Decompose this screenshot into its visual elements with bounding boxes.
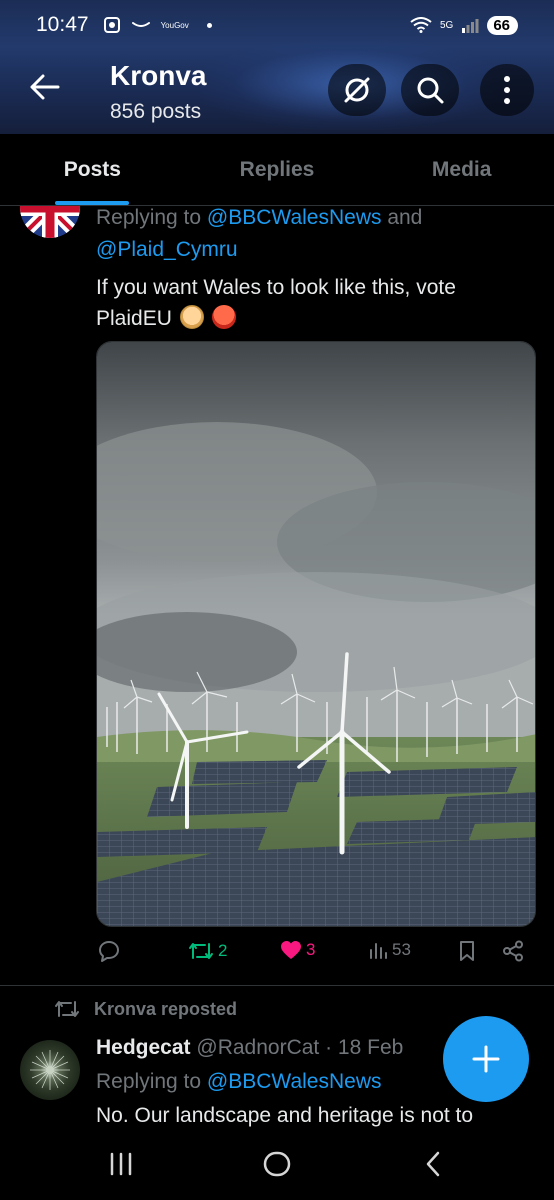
wifi-icon [410,17,432,33]
system-nav-bar [0,1128,554,1200]
reply-button[interactable] [98,940,124,962]
search-button[interactable] [401,64,459,116]
reply-bubble-icon [99,941,119,962]
more-button[interactable] [480,64,534,116]
reply-context-line2: @Plaid_Cymru [96,238,238,262]
cursing-face-emoji-icon [211,305,236,329]
union-jack-icon [20,206,80,238]
network-type: 5G [439,19,454,31]
views-button[interactable]: 53 [368,940,411,960]
mention-link[interactable]: @BBCWalesNews [207,1070,382,1093]
share-icon [503,940,523,962]
screenshot-icon [103,17,120,33]
battery-indicator: 66 [487,15,518,35]
plus-icon [472,1045,500,1073]
profile-tabs: Posts Replies Media [0,134,554,206]
grok-button[interactable] [328,64,386,116]
repost-context: Kronva reposted [54,998,237,1020]
repost-count: 2 [218,941,228,960]
heart-filled-icon [281,941,301,959]
mention-link[interactable]: @Plaid_Cymru [96,238,238,261]
grok-icon [344,77,370,103]
status-bar: 10:47 YouGov 5G 66 [0,0,554,50]
repost-button[interactable]: 2 [188,940,227,962]
notification-dot-icon [206,22,212,28]
chevron-left-icon [426,1151,440,1177]
reply-context: Replying to @BBCWalesNews [96,1070,382,1093]
woman-facepalming-emoji-icon [179,305,204,329]
author-name[interactable]: Hedgecat [96,1036,191,1059]
bar-chart-icon [370,943,387,959]
more-vertical-icon [504,76,510,104]
post-divider [0,985,554,986]
compose-button[interactable] [443,1016,529,1102]
tab-posts[interactable]: Posts [0,134,185,205]
active-tab-indicator [55,201,130,205]
tab-label: Posts [63,157,121,181]
signal-icon [462,19,479,33]
author-handle[interactable]: @RadnorCat [196,1036,319,1059]
recent-apps-icon [110,1152,132,1176]
avatar[interactable] [20,206,80,238]
back-button[interactable] [20,62,70,112]
dandelion-icon [30,1050,70,1090]
post-text: No. Our landscape and heritage is not to [96,1104,474,1127]
reply-context: Replying to @BBCWalesNews and [96,206,423,229]
post-date: · 18 Feb [325,1036,404,1059]
arrow-left-icon [30,74,60,100]
recent-apps-button[interactable] [96,1146,146,1182]
bookmark-button[interactable] [458,940,476,962]
share-button[interactable] [502,940,524,962]
like-count: 3 [306,940,316,959]
views-count: 53 [392,940,411,959]
avatar[interactable] [20,1040,80,1100]
mention-link[interactable]: @BBCWalesNews [207,206,382,229]
tab-media[interactable]: Media [369,134,554,205]
post-actions: 2 3 53 [96,940,536,972]
yougov-icon: YouGov [160,20,189,30]
post-text: If you want Wales to look like this, vot… [96,276,456,330]
repost-icon [55,1001,79,1017]
post-image[interactable] [96,341,536,927]
post-author-line: Hedgecat @RadnorCat · 18 Feb [96,1036,403,1060]
tab-label: Replies [239,157,315,181]
repost-icon [189,943,213,959]
amazon-icon [131,22,150,27]
battery-level: 66 [493,16,510,34]
post-count: 856 posts [110,100,202,123]
status-time: 10:47 [36,13,89,36]
page-title: Kronva [110,60,207,91]
wind-turbine-landscape-icon [97,342,535,926]
home-button[interactable] [252,1146,302,1182]
like-button[interactable]: 3 [280,940,315,960]
repost-label[interactable]: Kronva reposted [94,999,237,1020]
search-icon [417,77,444,104]
home-circle-icon [263,1151,291,1177]
bookmark-icon [460,941,474,961]
tab-label: Media [431,157,492,181]
tab-replies[interactable]: Replies [185,134,370,205]
back-nav-button[interactable] [408,1146,458,1182]
